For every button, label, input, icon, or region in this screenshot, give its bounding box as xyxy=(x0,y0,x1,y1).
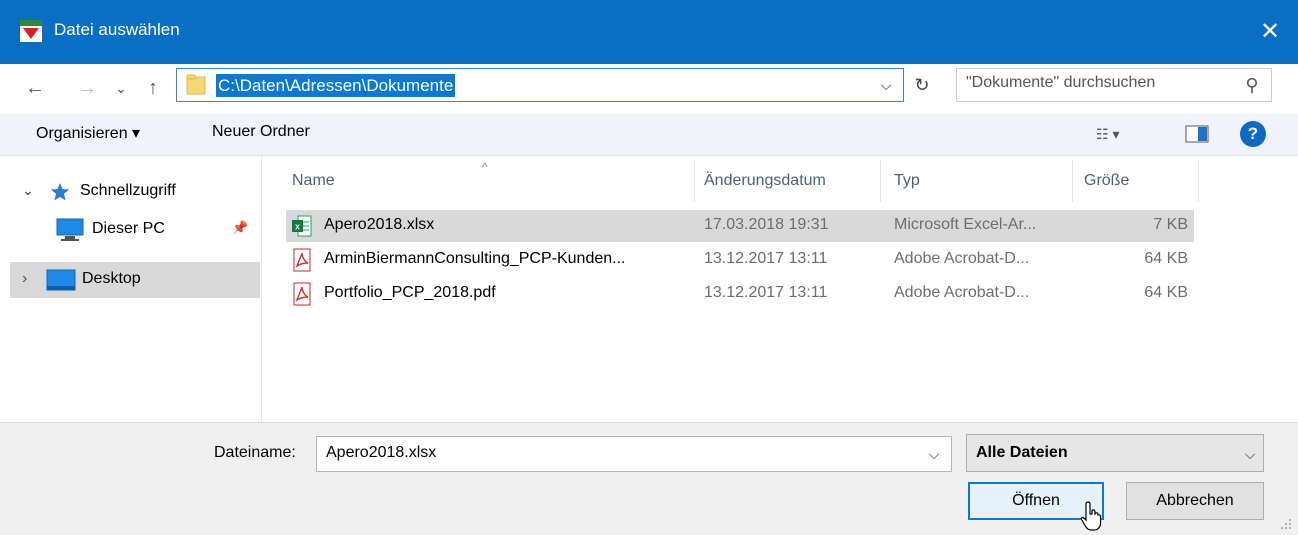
column-header-name[interactable]: Name xyxy=(292,172,335,190)
refresh-button[interactable]: ↻ xyxy=(906,68,938,102)
pdf-icon xyxy=(293,282,311,306)
column-header-date[interactable]: Änderungsdatum xyxy=(704,172,826,190)
column-divider[interactable] xyxy=(1072,160,1073,202)
nav-item-label: Schnellzugriff xyxy=(80,182,176,199)
folder-icon xyxy=(186,74,206,95)
cancel-button[interactable]: Abbrechen xyxy=(1126,482,1264,520)
sort-ascending-icon: ^ xyxy=(482,160,488,174)
file-type: Adobe Acrobat-D... xyxy=(894,250,1030,267)
view-options-button[interactable]: ☷ ▾ xyxy=(1096,118,1154,150)
nav-item-label: Dieser PC xyxy=(92,220,165,237)
help-button[interactable]: ? xyxy=(1240,121,1266,147)
pin-icon[interactable]: 📌 xyxy=(232,220,248,236)
file-type-filter-value[interactable]: Alle Dateien xyxy=(976,444,1068,462)
file-size: 64 KB xyxy=(1144,250,1188,267)
expand-chevron-icon[interactable]: › xyxy=(22,270,27,288)
filename-input[interactable]: Apero2018.xlsx xyxy=(326,444,436,462)
file-row[interactable]: x Apero2018.xlsx 17.03.2018 19:31 Micros… xyxy=(286,210,1194,242)
up-button[interactable]: ↑ xyxy=(138,70,168,106)
excel-icon: x xyxy=(292,215,312,237)
recent-locations-button[interactable]: ⌄ xyxy=(106,70,136,106)
column-divider[interactable] xyxy=(694,160,695,202)
nav-item-quick-access[interactable]: ⌄ Schnellzugriff xyxy=(10,174,260,210)
address-path[interactable]: C:\Daten\Adressen\Dokumente xyxy=(216,74,456,97)
forward-button[interactable]: → xyxy=(72,70,102,106)
star-icon xyxy=(51,183,69,201)
filename-label: Dateiname: xyxy=(214,444,296,461)
expand-chevron-icon[interactable]: ⌄ xyxy=(22,182,34,199)
column-divider[interactable] xyxy=(1198,160,1199,202)
svg-text:x: x xyxy=(295,222,300,232)
nav-item-this-pc[interactable]: Dieser PC 📌 xyxy=(10,212,260,248)
pdf-icon xyxy=(293,248,311,272)
desktop-icon xyxy=(46,269,76,291)
window-title: Datei auswählen xyxy=(54,20,180,39)
file-row[interactable]: Portfolio_PCP_2018.pdf 13.12.2017 13:11 … xyxy=(286,278,1194,310)
column-divider[interactable] xyxy=(880,160,881,202)
back-button[interactable]: ← xyxy=(20,70,50,106)
column-header-size[interactable]: Größe xyxy=(1084,172,1129,190)
filename-dropdown-icon[interactable]: ⌵ xyxy=(922,440,946,468)
file-size: 7 KB xyxy=(1153,216,1188,233)
file-name: Apero2018.xlsx xyxy=(324,216,435,233)
preview-pane-icon[interactable] xyxy=(1180,118,1214,150)
search-input[interactable]: "Dokumente" durchsuchen xyxy=(966,74,1155,92)
file-name: ArminBiermannConsulting_PCP-Kunden... xyxy=(324,250,626,267)
computer-icon xyxy=(56,218,84,241)
file-type: Microsoft Excel-Ar... xyxy=(894,216,1037,233)
resize-grip-icon[interactable] xyxy=(1274,516,1294,532)
nav-item-desktop[interactable]: › Desktop xyxy=(10,262,260,298)
file-type: Adobe Acrobat-D... xyxy=(894,284,1030,301)
file-size: 64 KB xyxy=(1144,284,1188,301)
title-bar xyxy=(0,0,1298,64)
nav-item-label: Desktop xyxy=(82,270,141,287)
app-icon xyxy=(20,20,42,42)
file-row[interactable]: ArminBiermannConsulting_PCP-Kunden... 13… xyxy=(286,244,1194,276)
address-dropdown-icon[interactable]: ⌵ xyxy=(874,70,898,100)
search-icon[interactable]: ⚲ xyxy=(1240,72,1264,98)
new-folder-button[interactable]: Neuer Ordner xyxy=(212,123,310,141)
filter-dropdown-icon[interactable]: ⌵ xyxy=(1238,440,1262,468)
file-date: 13.12.2017 13:11 xyxy=(704,250,828,267)
organize-button[interactable]: Organisieren ▾ xyxy=(36,123,140,143)
close-button[interactable]: ✕ xyxy=(1250,12,1290,52)
hand-cursor-icon xyxy=(1080,501,1102,531)
column-header-type[interactable]: Typ xyxy=(894,172,920,190)
file-date: 17.03.2018 19:31 xyxy=(704,216,829,233)
file-date: 13.12.2017 13:11 xyxy=(704,284,828,301)
file-name: Portfolio_PCP_2018.pdf xyxy=(324,284,496,301)
